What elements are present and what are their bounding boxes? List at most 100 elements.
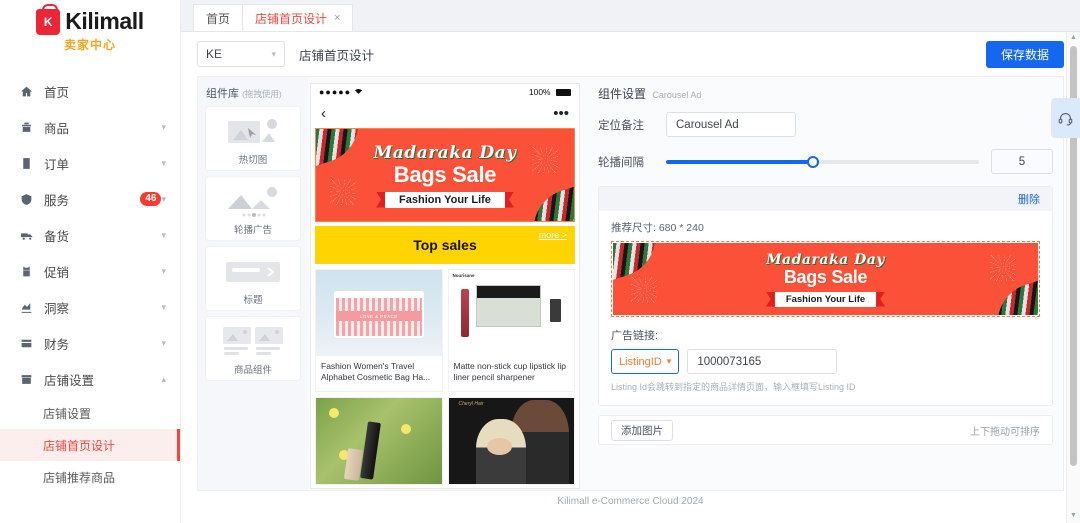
product-image-mascara <box>316 397 442 484</box>
chevron-up-icon: ▴ <box>161 373 166 384</box>
product-card[interactable]: LOVE & PEACE Fashion Women's Travel Alph… <box>315 269 443 392</box>
sidebar-subitem-homepage-design[interactable]: 店铺首页设计 <box>0 429 180 461</box>
sidebar-item-insight[interactable]: 洞察 ▾ <box>0 289 180 325</box>
brand-logo[interactable]: K Kilimall 卖家中心 <box>0 0 180 59</box>
sidebar-item-label: 促销 <box>44 265 70 280</box>
main-area: 首页 店铺首页设计 × KE ▾ 店铺首页设计 保存数据 组件库 (拖拽使用) … <box>181 0 1080 523</box>
burst-decoration-icon <box>990 255 1016 281</box>
tab-home[interactable]: 首页 <box>193 4 244 31</box>
banner-upload-area[interactable]: Madaraka Day Bags Sale Fashion Your Life <box>611 241 1040 317</box>
banner-script-text: Madaraka Day <box>766 251 885 268</box>
stock-icon <box>18 229 35 242</box>
product-image-cosmetic-bag: LOVE & PEACE <box>316 270 442 356</box>
recommended-size-text: 推荐尺寸: 680 * 240 <box>611 222 704 234</box>
interval-value[interactable]: 5 <box>991 149 1053 174</box>
drag-sort-hint: 上下拖动可排序 <box>970 426 1040 438</box>
kilimall-bag-icon: K <box>36 3 61 35</box>
sidebar-subitem-label: 店铺首页设计 <box>43 438 116 453</box>
chevron-down-icon: ▾ <box>161 301 166 312</box>
settings-title-sub: Carousel Ad <box>652 90 702 100</box>
shop-settings-icon <box>18 373 35 386</box>
sidebar-subitem-shop-settings[interactable]: 店铺设置 <box>0 397 180 429</box>
position-note-label: 定位备注 <box>598 119 644 132</box>
close-icon[interactable]: × <box>334 12 340 24</box>
burst-decoration-icon <box>532 147 558 173</box>
settings-title: 组件设置 Carousel Ad <box>598 85 1053 102</box>
banner-ribbon-text: Fashion Your Life <box>774 291 877 307</box>
product-card[interactable]: Cheryl Hair <box>447 396 575 485</box>
chevron-down-icon: ▾ <box>161 193 166 204</box>
carousel-ad-icon <box>211 184 295 220</box>
sidebar-item-shop-settings[interactable]: 店铺设置 ▴ <box>0 361 180 397</box>
back-icon[interactable]: ‹ <box>321 105 326 122</box>
more-link[interactable]: more > <box>539 230 567 240</box>
interval-slider[interactable] <box>666 155 979 168</box>
sidebar-item-promotion[interactable]: 促销 ▾ <box>0 253 180 289</box>
component-item-title[interactable]: 标题 <box>206 247 300 310</box>
carousel-item-card: 删除 推荐尺寸: 680 * 240 Madaraka Day Bags Sal… <box>598 186 1053 406</box>
sidebar-item-home[interactable]: 首页 <box>0 73 180 109</box>
component-library-panel: 组件库 (拖拽使用) 热切图 轮播广告 标题 商品组件 <box>198 77 308 490</box>
product-card[interactable] <box>315 396 443 485</box>
sidebar-item-service[interactable]: 服务 46 ▾ <box>0 181 180 217</box>
product-card[interactable]: Nourisane Matte non-stick cup lipstick l… <box>447 269 575 392</box>
settings-panel: 组件设置 Carousel Ad 定位备注 轮播间隔 <box>588 77 1063 490</box>
chevron-down-icon: ▾ <box>161 265 166 276</box>
product-title: Fashion Women's Travel Alphabet Cosmetic… <box>321 361 431 383</box>
preview-banner: Madaraka Day Bags Sale Fashion Your Life <box>316 129 574 221</box>
sidebar-subitem-recommended-products[interactable]: 店铺推荐商品 <box>0 461 180 493</box>
service-icon <box>18 193 35 206</box>
promotion-icon <box>18 265 35 278</box>
signal-dots-icon: ●●●●● <box>319 87 352 97</box>
component-item-hotspot[interactable]: 热切图 <box>206 107 300 170</box>
add-image-button[interactable]: 添加图片 <box>611 419 673 441</box>
product-image-hair-model: Cheryl Hair <box>448 397 574 484</box>
listing-id-input[interactable] <box>687 349 838 374</box>
chevron-down-icon: ▾ <box>161 229 166 240</box>
footer: Kilimall e-Commerce Cloud 2024 <box>181 491 1080 507</box>
banner-ribbon-text: Fashion Your Life <box>385 191 505 208</box>
link-type-select[interactable]: ListingID ▾ <box>611 349 680 374</box>
position-note-input[interactable] <box>666 112 796 137</box>
scroll-down-arrow[interactable]: ▼ <box>1067 510 1080 521</box>
sidebar-item-label: 备货 <box>44 229 70 244</box>
delete-button[interactable]: 删除 <box>1018 191 1040 207</box>
ribbon-decoration-icon <box>316 129 369 168</box>
sidebar-subitem-label: 店铺推荐商品 <box>43 470 116 485</box>
component-item-carousel-ad[interactable]: 轮播广告 <box>206 177 300 240</box>
tab-bar: 首页 店铺首页设计 × <box>181 0 1080 32</box>
position-note-row: 定位备注 <box>598 112 1053 137</box>
app-root: K Kilimall 卖家中心 首页 商品 ▾ 订单 ▾ 服务 46 ▾ 备货 … <box>0 0 1080 523</box>
brand-subtitle: 卖家中心 <box>63 38 116 52</box>
slider-fill <box>666 159 814 164</box>
menu-dots-icon[interactable]: ••• <box>553 105 569 122</box>
listing-id-hint: Listing Id会跳转到指定的商品详情页面，输入框填写Listing ID <box>611 382 856 392</box>
selected-banner-slot[interactable]: Madaraka Day Bags Sale Fashion Your Life <box>315 128 575 222</box>
component-library-title-text: 组件库 <box>206 88 239 100</box>
headset-icon[interactable] <box>1051 98 1080 138</box>
sidebar-item-finance[interactable]: 财务 ▾ <box>0 325 180 361</box>
component-item-label: 标题 <box>243 295 263 306</box>
sidebar-item-label: 财务 <box>44 337 70 352</box>
interval-row: 轮播间隔 5 <box>598 149 1053 174</box>
preview-section-title[interactable]: Top sales more > <box>315 226 575 264</box>
chevron-down-icon: ▾ <box>161 121 166 132</box>
site-select[interactable]: KE ▾ <box>197 41 285 67</box>
preview-product-grid: LOVE & PEACE Fashion Women's Travel Alph… <box>311 264 579 488</box>
sidebar-item-stock[interactable]: 备货 ▾ <box>0 217 180 253</box>
page-title: 店铺首页设计 <box>299 48 375 63</box>
component-item-product-grid[interactable]: 商品组件 <box>206 317 300 380</box>
product-title: Matte non-stick cup lipstick lip liner p… <box>453 361 566 383</box>
sidebar-item-order[interactable]: 订单 ▾ <box>0 145 180 181</box>
phone-preview-wrapper: ●●●●● 100% ‹ ••• Madaraka Day Bags Sale … <box>308 77 588 490</box>
ad-link-label: 广告链接: <box>611 330 659 342</box>
bag-badge-text: LOVE & PEACE <box>359 313 398 319</box>
slider-knob[interactable] <box>807 155 820 168</box>
tab-shop-homepage-design[interactable]: 店铺首页设计 × <box>242 4 354 31</box>
title-block-icon <box>211 254 295 290</box>
scroll-up-arrow[interactable]: ▲ <box>1067 32 1080 43</box>
save-button[interactable]: 保存数据 <box>985 40 1064 68</box>
sidebar-item-product[interactable]: 商品 ▾ <box>0 109 180 145</box>
phone-status-bar: ●●●●● 100% <box>311 84 579 100</box>
brand-name: Kilimall <box>65 8 144 34</box>
